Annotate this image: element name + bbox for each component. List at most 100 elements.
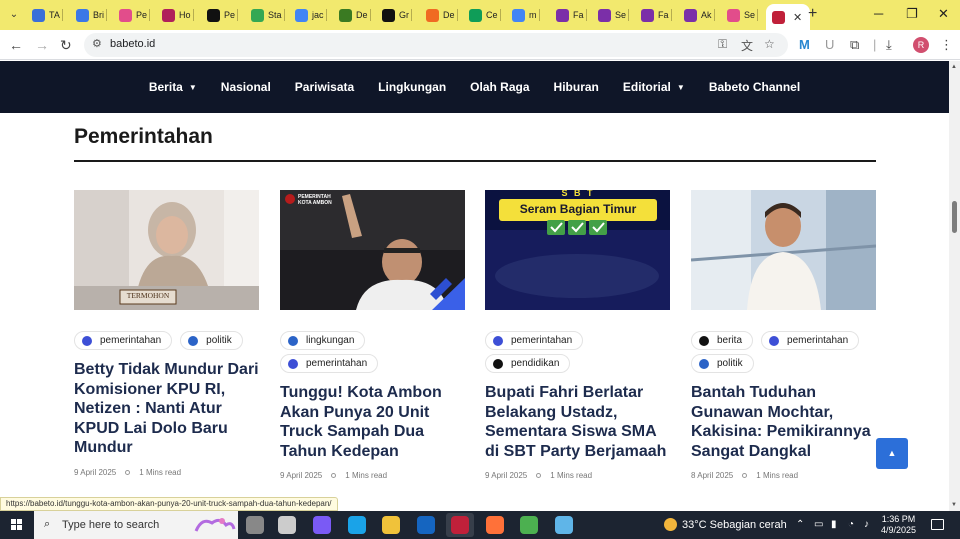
browser-tab-active[interactable]: ✕ [766, 4, 811, 30]
taskbar-app-icon[interactable] [417, 516, 435, 534]
tray-network-icon[interactable]: ▭ [814, 519, 823, 530]
scrollbar-thumb[interactable] [952, 201, 957, 233]
taskbar-app-icon[interactable] [446, 513, 474, 537]
scroll-up-icon[interactable]: ▲ [951, 64, 957, 70]
new-tab-icon[interactable]: + [808, 5, 817, 23]
tray-battery-icon[interactable]: ▮ [831, 519, 837, 530]
taskbar-app-icon[interactable] [278, 516, 296, 534]
tab-search-icon[interactable]: ⌄ [6, 7, 22, 23]
profile-avatar[interactable]: R [913, 37, 929, 53]
browser-tab[interactable]: Pe [119, 4, 151, 26]
tab-label: Ho [179, 10, 191, 20]
taskbar-app-icon[interactable] [555, 516, 573, 534]
article-card[interactable]: PEMERINTAH KOTA AMBON lingkungan pemerint… [280, 190, 465, 480]
restore-icon[interactable]: ❐ [906, 6, 918, 22]
taskbar-app-icon[interactable] [313, 516, 331, 534]
tray-volume-icon[interactable]: ♪ [864, 519, 869, 530]
windows-start-icon[interactable] [11, 519, 23, 531]
article-thumbnail[interactable] [691, 190, 876, 310]
chevron-up-icon: ▲ [887, 448, 897, 458]
browser-tab[interactable]: Bri [76, 4, 107, 26]
taskbar-app-icon[interactable] [382, 516, 400, 534]
taskbar-app-icon[interactable] [486, 516, 504, 534]
bookmark-star-icon[interactable]: ☆ [764, 37, 775, 51]
nav-item[interactable]: Hiburan [542, 80, 611, 94]
browser-tab[interactable]: Sta [251, 4, 285, 26]
category-tag[interactable]: lingkungan [280, 331, 366, 350]
browser-tab[interactable]: Pe [207, 4, 239, 26]
page-scrollbar[interactable]: ▲ ▼ [949, 61, 960, 511]
article-thumbnail[interactable]: PEMERINTAH KOTA AMBON [280, 190, 465, 310]
article-card[interactable]: berita pemerintahan politik Bantah Tuduhan… [691, 190, 876, 480]
scroll-down-icon[interactable]: ▼ [951, 502, 957, 508]
browser-tab[interactable]: Se [727, 4, 759, 26]
extension-u-icon[interactable]: U [825, 37, 834, 53]
address-bar[interactable]: ⚙ babeto.id ⚿ 文 ☆ [84, 33, 788, 57]
nav-item[interactable]: Lingkungan [366, 80, 458, 94]
notification-icon[interactable] [931, 519, 944, 530]
translate-icon[interactable]: 文 [741, 37, 753, 54]
nav-item[interactable]: Babeto Channel [697, 80, 812, 94]
taskbar-search-box[interactable]: ⌕ Type here to search [34, 511, 238, 539]
browser-tab[interactable]: Ho [162, 4, 194, 26]
browser-tab[interactable]: Ak [684, 4, 715, 26]
browser-tab[interactable]: Fa [641, 4, 672, 26]
minimize-icon[interactable]: ─ [874, 6, 883, 22]
category-tag[interactable]: pemerintahan [74, 331, 173, 350]
browser-tab[interactable]: De [339, 4, 371, 26]
extensions-puzzle-icon[interactable]: ⧉ [850, 37, 859, 53]
article-title[interactable]: Betty Tidak Mundur Dari Komisioner KPU R… [74, 360, 259, 458]
category-tag[interactable]: pendidikan [485, 354, 571, 373]
browser-tab[interactable]: Ce [469, 4, 501, 26]
category-tag[interactable]: pemerintahan [280, 354, 379, 373]
close-tab-icon[interactable]: ✕ [793, 11, 802, 24]
browser-tab[interactable]: Se [598, 4, 630, 26]
category-tag[interactable]: pemerintahan [761, 331, 860, 350]
article-card[interactable]: S B T Seram Bagian Timur pemerintahan pen… [485, 190, 670, 480]
browser-tab[interactable]: TA [32, 4, 63, 26]
site-info-icon[interactable]: ⚙ [92, 37, 102, 50]
back-icon[interactable]: ← [9, 36, 23, 54]
reload-icon[interactable]: ↻ [60, 36, 72, 54]
taskbar-app-icon[interactable] [520, 516, 538, 534]
weather-widget[interactable]: 33°C Sebagian cerah [664, 518, 787, 531]
taskbar-app-icon[interactable] [246, 516, 264, 534]
tray-chevron-icon[interactable]: ⌃ [796, 519, 804, 530]
category-tag[interactable]: politik [180, 331, 243, 350]
article-thumbnail[interactable]: S B T Seram Bagian Timur [485, 190, 670, 310]
browser-tab[interactable]: m [512, 4, 540, 26]
password-key-icon[interactable]: ⚿ [718, 37, 727, 52]
close-window-icon[interactable]: ✕ [938, 6, 949, 22]
article-title[interactable]: Bantah Tuduhan Gunawan Mochtar, Kakisina… [691, 383, 876, 461]
scroll-to-top-button[interactable]: ▲ [876, 438, 908, 469]
browser-tab[interactable]: Gr [382, 4, 412, 26]
browser-tab[interactable]: Fa [556, 4, 587, 26]
separator: | [873, 37, 877, 52]
article-readtime: 1 Mins read [345, 471, 388, 480]
tab-separator [149, 9, 151, 21]
nav-item[interactable]: Olah Raga [458, 80, 541, 94]
taskbar-app-icon[interactable] [348, 516, 366, 534]
taskbar-clock[interactable]: 1:36 PM 4/9/2025 [881, 514, 916, 536]
nav-item[interactable]: Pariwisata [283, 80, 366, 94]
menu-kebab-icon[interactable]: ⋮ [940, 37, 953, 53]
category-tag[interactable]: politik [691, 354, 754, 373]
app-glyph-icon [555, 516, 573, 534]
tab-separator [61, 9, 63, 21]
browser-tab[interactable]: jac [295, 4, 327, 26]
nav-item[interactable]: Nasional [209, 80, 283, 94]
tray-wifi-icon[interactable]: ◔ [848, 519, 854, 530]
extension-m-icon[interactable]: M [799, 37, 810, 53]
article-title[interactable]: Bupati Fahri Berlatar Belakang Ustadz, S… [485, 383, 670, 461]
article-card[interactable]: TERMOHON pemerintahan politik Betty Tidak… [74, 190, 259, 477]
site-navigation: Berita ▼ Nasional Pariwisata Lingkungan Olah … [0, 61, 949, 113]
category-tag[interactable]: berita [691, 331, 754, 350]
downloads-icon[interactable]: ⤓ [886, 37, 892, 53]
nav-item[interactable]: Berita ▼ [137, 80, 209, 94]
article-title[interactable]: Tunggu! Kota Ambon Akan Punya 20 Unit Tr… [280, 383, 465, 461]
nav-item[interactable]: Editorial ▼ [611, 80, 697, 94]
article-thumbnail[interactable]: TERMOHON [74, 190, 259, 310]
browser-tab[interactable]: De [426, 4, 458, 26]
forward-icon[interactable]: → [35, 36, 49, 54]
category-tag[interactable]: pemerintahan [485, 331, 584, 350]
